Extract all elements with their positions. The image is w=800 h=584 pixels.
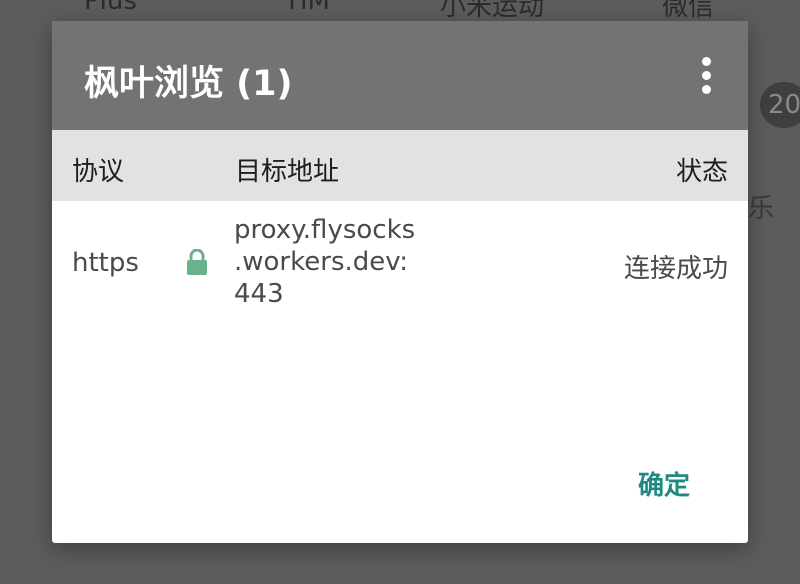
column-header-target: 目标地址 (235, 157, 340, 187)
table-header: 协议 目标地址 状态 (52, 130, 748, 201)
column-header-status: 状态 (675, 157, 728, 187)
row-status: 连接成功 (623, 254, 728, 284)
background-app-label: Plus (84, 0, 137, 16)
background-app-label: 微信 (662, 0, 715, 22)
row-target-address: proxy.flysocks .workers.dev: 443 (234, 214, 444, 310)
dialog-header: 枫叶浏览 (1) (52, 21, 748, 130)
table-row[interactable]: https proxy.flysocks .workers.dev: 443 连… (52, 201, 748, 331)
background-side-text: 乐 (748, 194, 775, 224)
background-badge: 20 (760, 82, 800, 128)
background-app-label: 小米运动 (440, 0, 545, 22)
row-target-line: proxy.flysocks (234, 215, 416, 245)
column-header-protocol: 协议 (72, 157, 125, 187)
more-vert-icon[interactable] (692, 56, 722, 96)
confirm-button[interactable]: 确定 (620, 461, 708, 506)
row-target-line: .workers.dev: (234, 247, 408, 277)
row-target-line: 443 (234, 279, 284, 309)
lock-icon (187, 248, 207, 275)
row-protocol: https (72, 248, 139, 278)
background-app-label: TIM (284, 0, 330, 16)
dialog-title: 枫叶浏览 (1) (84, 64, 293, 104)
browser-connections-dialog: 枫叶浏览 (1) 协议 目标地址 状态 https proxy.flysocks… (52, 21, 748, 543)
